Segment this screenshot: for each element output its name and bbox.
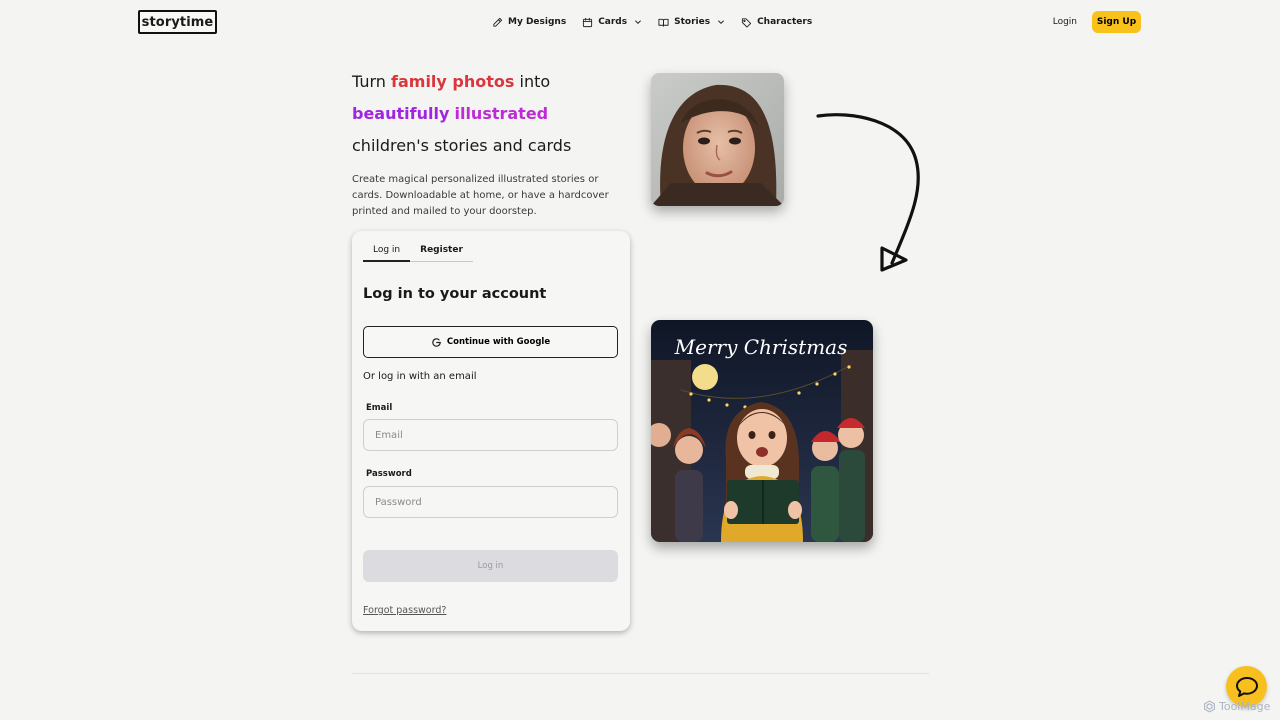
chevron-down-icon <box>718 20 724 25</box>
curved-arrow-icon <box>816 113 920 272</box>
hero-text: children's stories and cards <box>352 136 572 155</box>
chevron-down-icon <box>635 20 641 25</box>
nav-cards[interactable]: Cards <box>582 17 642 28</box>
watermark-logo-icon <box>1204 700 1215 713</box>
auth-tabs: Log in Register <box>363 242 473 262</box>
nav-label: My Designs <box>508 17 567 27</box>
nav-my-designs[interactable]: My Designs <box>492 17 566 28</box>
google-icon <box>432 337 441 347</box>
email-label: Email <box>366 403 393 413</box>
email-input[interactable] <box>363 419 618 451</box>
pencil-icon <box>493 17 503 27</box>
auth-card: Log in Register Log in to your account C… <box>352 231 630 631</box>
card-greeting: Merry Christmas <box>674 335 848 359</box>
hero-text: into <box>514 72 551 91</box>
or-email-text: Or log in with an email <box>363 371 477 382</box>
watermark: ToolMage <box>1203 700 1270 713</box>
tab-log-in[interactable]: Log in <box>363 242 411 262</box>
log-in-button[interactable]: Log in <box>363 550 618 582</box>
storytime-logo[interactable]: storytime <box>138 10 217 34</box>
tab-register[interactable]: Register <box>410 242 473 261</box>
continue-with-google-button[interactable]: Continue with Google <box>363 326 618 358</box>
password-input[interactable] <box>363 486 618 518</box>
hero-highlight-illustrated: illustrated <box>454 104 549 123</box>
christmas-card-preview: Merry Christmas <box>651 320 873 542</box>
nav-characters[interactable]: Characters <box>741 17 812 28</box>
hero-highlight-family-photos: family photos <box>391 72 515 91</box>
google-button-label: Continue with Google <box>446 337 551 347</box>
main-nav: My Designs Cards Stories Characters <box>492 12 828 32</box>
forgot-password-link[interactable]: Forgot password? <box>363 605 446 616</box>
chat-bubble-icon <box>1235 676 1258 697</box>
section-divider <box>352 673 929 674</box>
book-icon <box>658 18 669 27</box>
nav-stories[interactable]: Stories <box>658 17 725 28</box>
sign-up-button[interactable]: Sign Up <box>1092 11 1141 33</box>
auth-nav: Login Sign Up <box>1053 11 1141 33</box>
nav-label: Characters <box>757 17 813 27</box>
tag-icon <box>741 17 752 28</box>
card-title: Log in to your account <box>363 286 547 302</box>
christmas-card-illustration: Merry Christmas <box>651 320 873 542</box>
calendar-icon <box>583 17 593 27</box>
watermark-text: ToolMage <box>1219 700 1271 713</box>
family-photo <box>651 73 784 206</box>
login-link[interactable]: Login <box>1053 17 1077 27</box>
nav-label: Stories <box>674 17 711 27</box>
hero-highlight-beautifully: beautifully <box>352 104 450 123</box>
hero-title: Turn family photos into beautifully illu… <box>352 66 617 162</box>
hero-subtitle: Create magical personalized illustrated … <box>352 174 609 217</box>
nav-label: Cards <box>598 17 628 27</box>
girl-portrait-image <box>651 73 784 206</box>
hero-text: Turn <box>352 72 392 91</box>
password-label: Password <box>366 469 412 479</box>
